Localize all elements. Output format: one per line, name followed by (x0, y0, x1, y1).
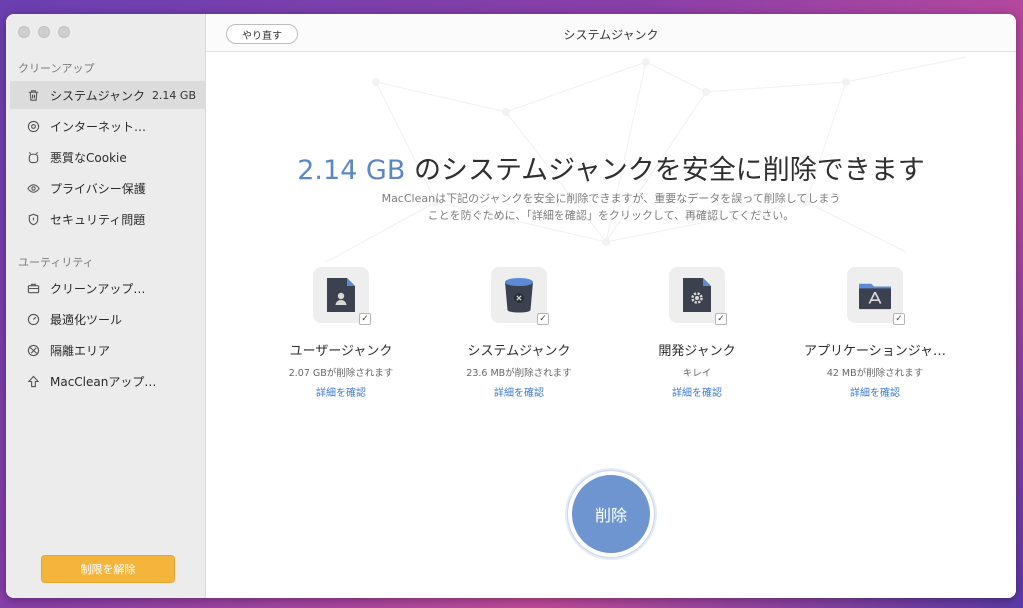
sidebar-item-label: 悪質なCookie (50, 150, 127, 165)
close-window-button[interactable] (18, 26, 30, 38)
briefcase-icon (26, 281, 40, 295)
headline-size: 2.14 GB (297, 155, 406, 186)
card-size: 42 MBが削除されます (826, 368, 924, 379)
card-name: ユーザージャンク (289, 344, 393, 359)
checkbox-system-junk[interactable]: ✓ (537, 313, 549, 325)
sidebar-item-security[interactable]: セキュリティ問題 (10, 205, 206, 233)
checkbox-app-junk[interactable]: ✓ (893, 313, 905, 325)
card-size: キレイ (682, 368, 712, 379)
sidebar-item-label: MacCleanアップ… (50, 374, 157, 389)
sidebar-item-internet[interactable]: インターネット… (10, 112, 206, 140)
card-name: システムジャンク (467, 344, 571, 359)
quarantine-icon (26, 343, 40, 357)
description-line: MacCleanは下記のジャンクを安全に削除できますが、重要なデータを誤って削除… (381, 192, 841, 205)
details-link[interactable]: 詳細を確認 (256, 384, 426, 399)
upgrade-icon (26, 374, 40, 388)
card-size: 23.6 MBが削除されます (466, 368, 572, 379)
sidebar-item-cookie[interactable]: 悪質なCookie (10, 143, 206, 171)
sidebar-item-label: システムジャンク (50, 88, 146, 103)
cookie-icon (26, 150, 40, 164)
headline: 2.14 GB のシステムジャンクを安全に削除できます (206, 148, 1016, 187)
gauge-icon (26, 312, 40, 326)
junk-card-system: ✓ システムジャンク 23.6 MBが削除されます 詳細を確認 (434, 267, 604, 399)
bin-icon[interactable]: ✓ (491, 267, 549, 325)
card-name: 開発ジャンク (658, 344, 736, 359)
sidebar-item-label: インターネット… (50, 119, 147, 134)
junk-card-user: ✓ ユーザージャンク 2.07 GBが削除されます 詳細を確認 (256, 267, 426, 399)
description: MacCleanは下記のジャンクを安全に削除できますが、重要なデータを誤って削除… (371, 190, 851, 224)
sidebar-item-size: 2.14 GB (151, 88, 196, 102)
sidebar-item-label: クリーンアップ… (50, 281, 146, 296)
sidebar-item-quarantine[interactable]: 隔離エリア (10, 336, 206, 364)
eye-icon (26, 181, 40, 195)
compass-icon (26, 119, 40, 133)
junk-card-app: ✓ アプリケーションジャ… 42 MBが削除されます 詳細を確認 (790, 267, 960, 399)
trash-icon (26, 88, 40, 102)
sidebar-item-cleanup-tool[interactable]: クリーンアップ… (10, 274, 206, 302)
headline-text: のシステムジャンクを安全に削除できます (405, 155, 925, 186)
unlock-button[interactable]: 制限を解除 (41, 555, 175, 583)
description-line: ことを防ぐために、「詳細を確認」をクリックして、再確認してください。 (427, 209, 795, 222)
section-title-utility: ユーティリティ (18, 256, 94, 269)
section-title-cleanup: クリーンアップ (18, 62, 95, 75)
minimize-window-button[interactable] (38, 26, 50, 38)
sidebar: クリーンアップ システムジャンク 2.14 GB インターネット… 悪質なCoo… (6, 14, 206, 598)
zoom-window-button[interactable] (58, 26, 70, 38)
app-window: クリーンアップ システムジャンク 2.14 GB インターネット… 悪質なCoo… (6, 14, 1016, 598)
window-controls (18, 26, 70, 38)
sidebar-item-label: プライバシー保護 (50, 181, 146, 196)
sidebar-item-system-junk[interactable]: システムジャンク 2.14 GB (10, 81, 206, 109)
checkbox-dev-junk[interactable]: ✓ (715, 313, 727, 325)
app-folder-icon[interactable]: ✓ (847, 267, 905, 325)
card-size: 2.07 GBが削除されます (288, 368, 394, 379)
gear-file-icon[interactable]: ✓ (669, 267, 727, 325)
window-title: システムジャンク (563, 28, 659, 42)
sidebar-item-label: セキュリティ問題 (50, 212, 146, 227)
sidebar-item-upgrade[interactable]: MacCleanアップ… (10, 367, 206, 395)
delete-button[interactable]: 削除 (572, 475, 650, 553)
details-link[interactable]: 詳細を確認 (790, 384, 960, 399)
sidebar-item-label: 隔離エリア (50, 343, 111, 358)
user-file-icon[interactable]: ✓ (313, 267, 371, 325)
details-link[interactable]: 詳細を確認 (612, 384, 782, 399)
sidebar-item-label: 最適化ツール (50, 312, 123, 327)
card-name: アプリケーションジャ… (803, 344, 947, 359)
delete-button-ring: 削除 (567, 470, 655, 558)
details-link[interactable]: 詳細を確認 (434, 384, 604, 399)
titlebar: やり直す システムジャンク (206, 14, 1016, 52)
junk-card-dev: ✓ 開発ジャンク キレイ 詳細を確認 (612, 267, 782, 399)
sidebar-item-optimize[interactable]: 最適化ツール (10, 305, 206, 333)
shield-icon (26, 212, 40, 226)
checkbox-user-junk[interactable]: ✓ (359, 313, 371, 325)
main-panel: やり直す システムジャンク 2.14 GB のシステムジャンクを安全に削除できま… (206, 14, 1016, 598)
sidebar-item-privacy[interactable]: プライバシー保護 (10, 174, 206, 202)
